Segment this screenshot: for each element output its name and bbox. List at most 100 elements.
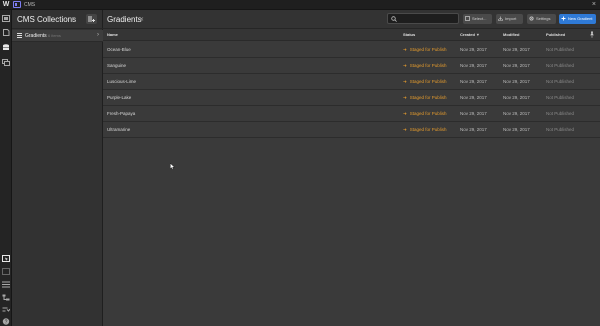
column-header-modified[interactable]: Modified — [503, 32, 519, 37]
item-name: Fresh-Papaya — [107, 111, 136, 116]
created-date: Nov 29, 2017 — [460, 79, 487, 84]
sort-desc-icon: ▾ — [476, 32, 479, 37]
published-status: Not Published — [546, 47, 575, 52]
arrow-right-icon: ➜ — [403, 79, 407, 84]
selector-icon[interactable] — [2, 255, 10, 262]
top-bar: W CMS × — [0, 0, 600, 10]
arrow-right-icon: ➜ — [403, 111, 407, 116]
plus-icon — [561, 16, 566, 21]
new-gradient-button[interactable]: New Gradient — [559, 14, 596, 24]
table-row[interactable]: Ocean-Blue ➜ Staged for Publish Nov 29, 201… — [103, 42, 600, 58]
published-status: Not Published — [546, 111, 575, 116]
cms-icon — [13, 1, 21, 8]
status-text: Staged for Publish — [409, 79, 447, 84]
status-text: Staged for Publish — [409, 127, 447, 132]
mouse-cursor-icon — [170, 163, 175, 170]
created-date: Nov 29, 2017 — [460, 63, 487, 68]
list-icon[interactable] — [2, 281, 10, 288]
search-input[interactable] — [398, 15, 456, 23]
modified-date: Nov 29, 2017 — [503, 95, 530, 100]
arrow-right-icon: ➜ — [403, 127, 407, 132]
table-row[interactable]: Purple-Lake ➜ Staged for Publish Nov 29, 20… — [103, 90, 600, 106]
import-button-label: Import — [505, 16, 517, 21]
svg-text:?: ? — [5, 319, 8, 325]
modified-date: Nov 29, 2017 — [503, 79, 530, 84]
created-date: Nov 29, 2017 — [460, 95, 487, 100]
status-text: Staged for Publish — [409, 95, 447, 100]
created-date: Nov 29, 2017 — [460, 111, 487, 116]
column-header-created-label: Created — [460, 32, 475, 37]
collection-item-gradients[interactable]: Gradients 6 items › — [12, 30, 103, 42]
database-icon[interactable] — [2, 44, 10, 51]
column-header-status[interactable]: Status — [403, 32, 415, 37]
collections-title: CMS Collections — [17, 15, 77, 24]
select-button-label: Select... — [472, 16, 487, 21]
gear-icon — [529, 16, 534, 21]
status-text: Staged for Publish — [409, 63, 447, 68]
pages-icon[interactable] — [2, 15, 10, 22]
table-row[interactable]: Luscious-Lime ➜ Staged for Publish Nov 29, … — [103, 74, 600, 90]
checkbox-icon — [465, 16, 470, 21]
created-date: Nov 29, 2017 — [460, 127, 487, 132]
column-header-name[interactable]: Name — [107, 32, 118, 37]
webflow-logo[interactable]: W — [2, 1, 10, 9]
status-text: Staged for Publish — [409, 47, 447, 52]
table-row[interactable]: Ultramarine ➜ Staged for Publish Nov 29, 20… — [103, 122, 600, 138]
published-status: Not Published — [546, 127, 575, 132]
collections-header: CMS Collections ✕ — [12, 10, 103, 29]
search-field[interactable] — [387, 13, 459, 24]
collection-view: Gradients ✕ Select... Import Settings Ne… — [103, 10, 600, 326]
table-row[interactable]: Sanguine ➜ Staged for Publish Nov 29, 2017 N… — [103, 58, 600, 74]
collection-icon — [17, 33, 22, 38]
hierarchy-icon[interactable] — [2, 294, 10, 301]
pin-icon[interactable] — [589, 31, 595, 38]
modified-date: Nov 29, 2017 — [503, 127, 530, 132]
import-button[interactable]: Import — [496, 14, 523, 24]
item-name: Luscious-Lime — [107, 79, 137, 84]
import-icon — [498, 16, 503, 21]
close-icon[interactable]: ✕ — [71, 16, 76, 23]
settings-button-label: Settings — [536, 16, 551, 21]
item-name: Sanguine — [107, 63, 127, 68]
arrow-right-icon: ➜ — [403, 95, 407, 100]
page-title: Gradients — [107, 15, 142, 24]
status-badge: ➜ Staged for Publish — [403, 111, 447, 117]
item-name: Purple-Lake — [107, 95, 132, 100]
published-status: Not Published — [546, 79, 575, 84]
app-title: CMS — [24, 2, 36, 8]
column-header-published[interactable]: Published — [546, 32, 565, 37]
audit-icon[interactable] — [2, 306, 10, 313]
settings-button[interactable]: Settings — [527, 14, 556, 24]
collections-panel: CMS Collections ✕ Gradients 6 items › — [12, 10, 103, 326]
status-badge: ➜ Staged for Publish — [403, 127, 447, 133]
table-row[interactable]: Fresh-Papaya ➜ Staged for Publish Nov 29, 2… — [103, 106, 600, 122]
add-collection-icon — [88, 16, 95, 22]
status-badge: ➜ Staged for Publish — [403, 63, 447, 69]
published-status: Not Published — [546, 95, 575, 100]
search-icon — [391, 16, 397, 22]
add-collection-button[interactable] — [86, 14, 97, 24]
new-gradient-button-label: New Gradient — [568, 16, 593, 21]
close-icon[interactable]: ✕ — [139, 16, 144, 23]
published-status: Not Published — [546, 63, 575, 68]
select-button[interactable]: Select... — [463, 14, 492, 24]
status-badge: ➜ Staged for Publish — [403, 79, 447, 85]
modified-date: Nov 29, 2017 — [503, 63, 530, 68]
left-toolbar: ? — [0, 10, 12, 326]
collection-header: Gradients ✕ Select... Import Settings Ne… — [103, 10, 600, 29]
arrow-right-icon: ➜ — [403, 47, 407, 52]
item-name: Ocean-Blue — [107, 47, 131, 52]
status-text: Staged for Publish — [409, 111, 447, 116]
status-badge: ➜ Staged for Publish — [403, 95, 447, 101]
close-icon[interactable]: × — [592, 1, 596, 9]
status-badge: ➜ Staged for Publish — [403, 47, 447, 53]
help-icon[interactable]: ? — [2, 318, 10, 325]
assets-icon[interactable] — [2, 59, 10, 66]
modified-date: Nov 29, 2017 — [503, 111, 530, 116]
box-select-icon[interactable] — [2, 268, 10, 275]
arrow-right-icon: ➜ — [403, 63, 407, 68]
column-header-created[interactable]: Created ▾ — [460, 32, 479, 37]
page-icon[interactable] — [2, 29, 10, 36]
created-date: Nov 29, 2017 — [460, 47, 487, 52]
modified-date: Nov 29, 2017 — [503, 47, 530, 52]
